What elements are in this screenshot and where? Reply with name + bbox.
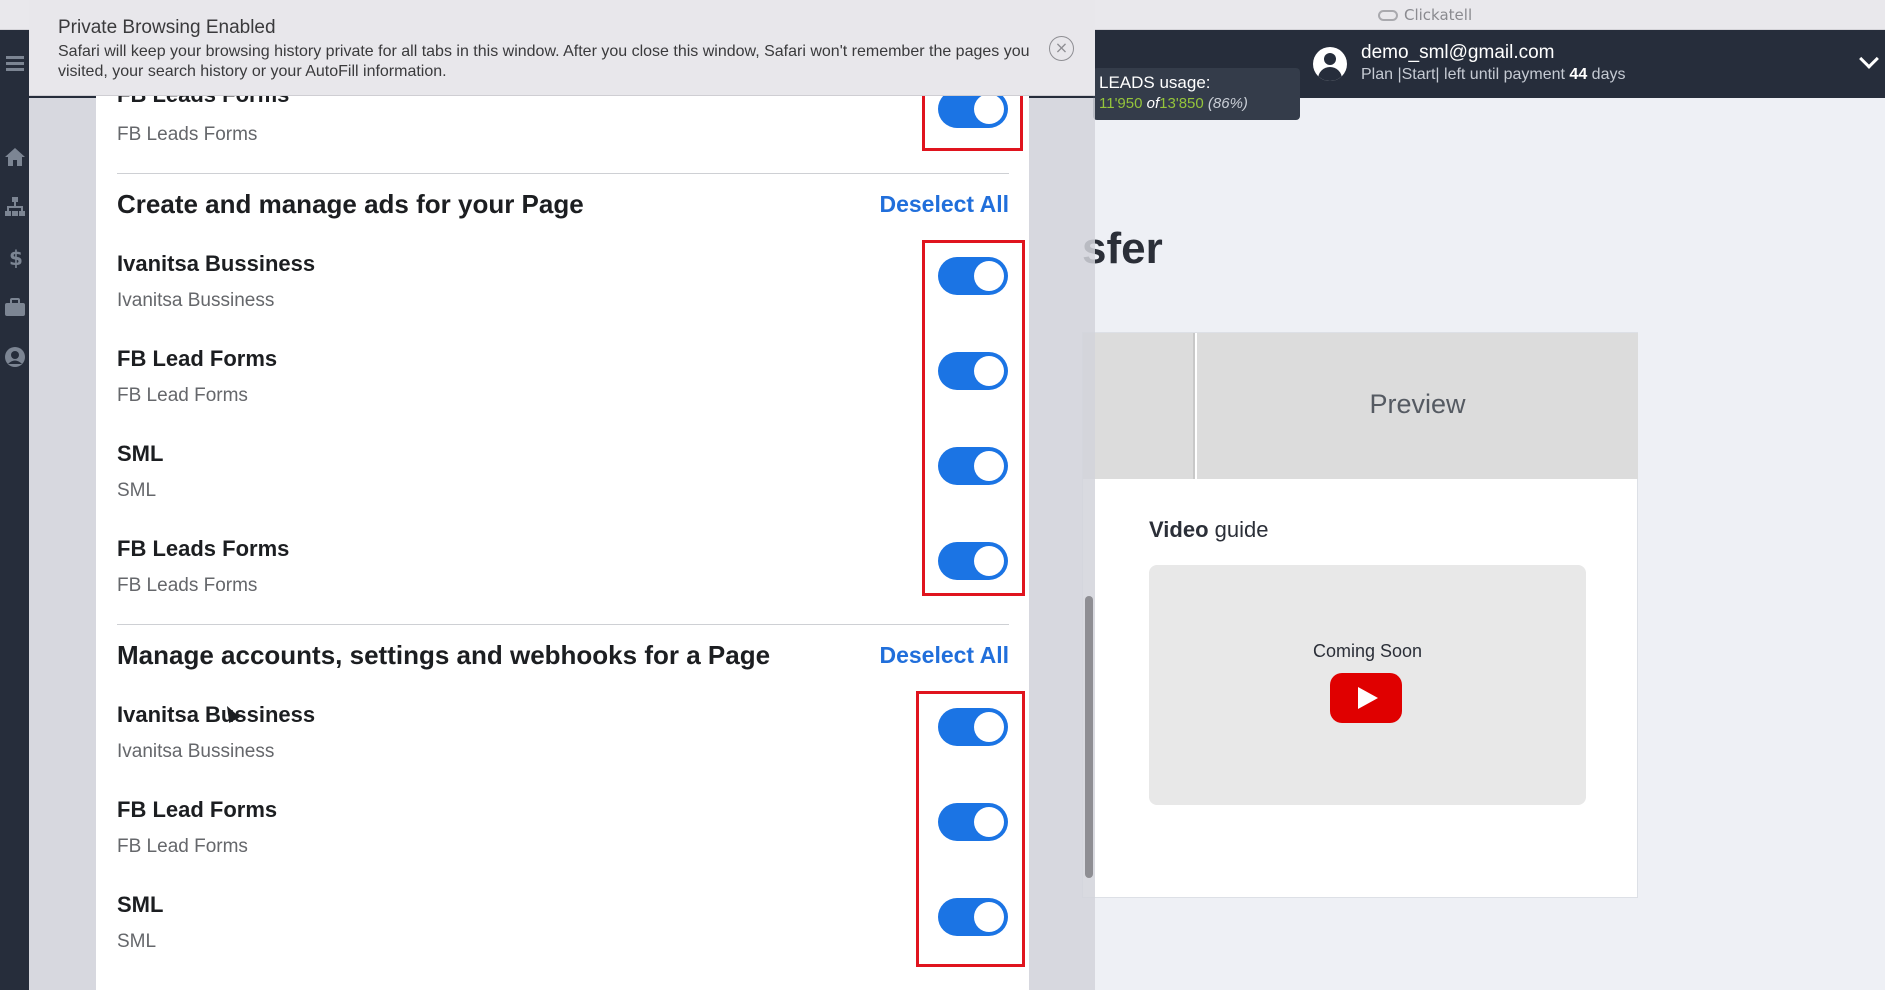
user-email[interactable]: demo_sml@gmail.com xyxy=(1361,42,1555,64)
toggle-switch[interactable] xyxy=(938,898,1008,936)
plan-days: 44 xyxy=(1569,66,1588,83)
item-title: SML xyxy=(117,441,164,466)
item-title: FB Leads Forms xyxy=(117,536,290,561)
leads-usage-label: LEADS usage: xyxy=(1099,73,1211,92)
app-sidebar: $ xyxy=(0,30,29,990)
close-icon[interactable]: × xyxy=(1049,36,1074,61)
window-title-text: Clickatell xyxy=(1404,6,1473,24)
toggle-switch[interactable] xyxy=(938,96,1008,128)
section-title: Manage accounts, settings and webhooks f… xyxy=(117,640,771,670)
svg-text:$: $ xyxy=(9,246,23,268)
leads-usage-value: 11'950 of13'850 (86%) xyxy=(1099,95,1248,112)
video-label-rest: guide xyxy=(1208,517,1269,542)
private-browsing-banner: Private Browsing Enabled Safari will kee… xyxy=(29,0,1095,96)
tab-preview-label: Preview xyxy=(1369,389,1466,419)
video-label-bold: Video xyxy=(1149,517,1209,542)
toggle-switch[interactable] xyxy=(938,803,1008,841)
leads-percent: (86%) xyxy=(1207,95,1248,112)
leads-total: 13'850 xyxy=(1159,95,1204,112)
plan-prefix: Plan |Start| left until payment xyxy=(1361,66,1565,83)
item-title: Ivanitsa Bussiness xyxy=(117,251,316,276)
home-icon[interactable] xyxy=(4,146,26,168)
toggle-switch[interactable] xyxy=(938,542,1008,580)
item-subtitle: FB Leads Forms xyxy=(117,575,258,596)
private-banner-message: Safari will keep your browsing history p… xyxy=(58,43,1030,80)
video-player[interactable]: Coming Soon xyxy=(1149,565,1586,805)
item-title: Ivanitsa Bussiness xyxy=(117,702,316,727)
section-title: Create and manage ads for your Page xyxy=(117,189,584,219)
dollar-icon[interactable]: $ xyxy=(4,246,26,270)
item-subtitle: Ivanitsa Bussiness xyxy=(117,741,275,762)
user-plan: Plan |Start| left until payment 44 days xyxy=(1361,66,1625,84)
scrollbar[interactable] xyxy=(1080,96,1095,990)
toggle-switch[interactable] xyxy=(938,447,1008,485)
user-avatar-icon[interactable] xyxy=(1313,47,1347,81)
permissions-dialog: FB Leads Forms FB Leads Forms Create and… xyxy=(96,96,1029,990)
item-subtitle: FB Leads Forms xyxy=(117,124,258,145)
item-subtitle: Ivanitsa Bussiness xyxy=(117,290,275,311)
coming-soon-text: Coming Soon xyxy=(1312,641,1423,661)
deselect-all-link[interactable]: Deselect All xyxy=(879,642,1009,669)
sitemap-icon[interactable] xyxy=(4,196,26,218)
window-title: Clickatell xyxy=(1378,6,1472,24)
item-title: FB Lead Forms xyxy=(117,797,278,822)
toggle-switch[interactable] xyxy=(938,708,1008,746)
preview-card: Preview Video guide Coming Soon xyxy=(1082,332,1638,898)
item-title: SML xyxy=(117,892,164,917)
item-subtitle: FB Lead Forms xyxy=(117,385,248,406)
tab-preview[interactable]: Preview xyxy=(1197,333,1638,479)
menu-icon[interactable] xyxy=(4,52,26,74)
item-title: FB Leads Forms xyxy=(117,96,289,108)
link-icon xyxy=(1378,9,1398,21)
deselect-all-link[interactable]: Deselect All xyxy=(879,191,1009,218)
leads-used: 11'950 xyxy=(1099,95,1143,112)
toggle-switch[interactable] xyxy=(938,352,1008,390)
private-banner-title: Private Browsing Enabled xyxy=(58,17,276,38)
toggle-switch[interactable] xyxy=(938,257,1008,295)
user-circle-icon[interactable] xyxy=(4,346,26,368)
item-subtitle: SML xyxy=(117,931,157,952)
video-guide-label: Video guide xyxy=(1149,517,1268,543)
item-title: FB Lead Forms xyxy=(117,346,278,371)
tab-left[interactable] xyxy=(1083,333,1195,479)
leads-usage-box: LEADS usage: 11'950 of13'850 (86%) xyxy=(1093,68,1300,120)
divider xyxy=(117,624,1009,625)
briefcase-icon[interactable] xyxy=(4,296,26,318)
leads-of: of xyxy=(1146,95,1160,112)
scrollbar-thumb[interactable] xyxy=(1085,596,1093,878)
divider xyxy=(117,173,1009,174)
youtube-play-icon[interactable] xyxy=(1330,673,1402,723)
chevron-down-icon[interactable] xyxy=(1859,49,1879,69)
plan-suffix: days xyxy=(1591,66,1626,83)
item-subtitle: SML xyxy=(117,480,157,501)
item-subtitle: FB Lead Forms xyxy=(117,836,248,857)
